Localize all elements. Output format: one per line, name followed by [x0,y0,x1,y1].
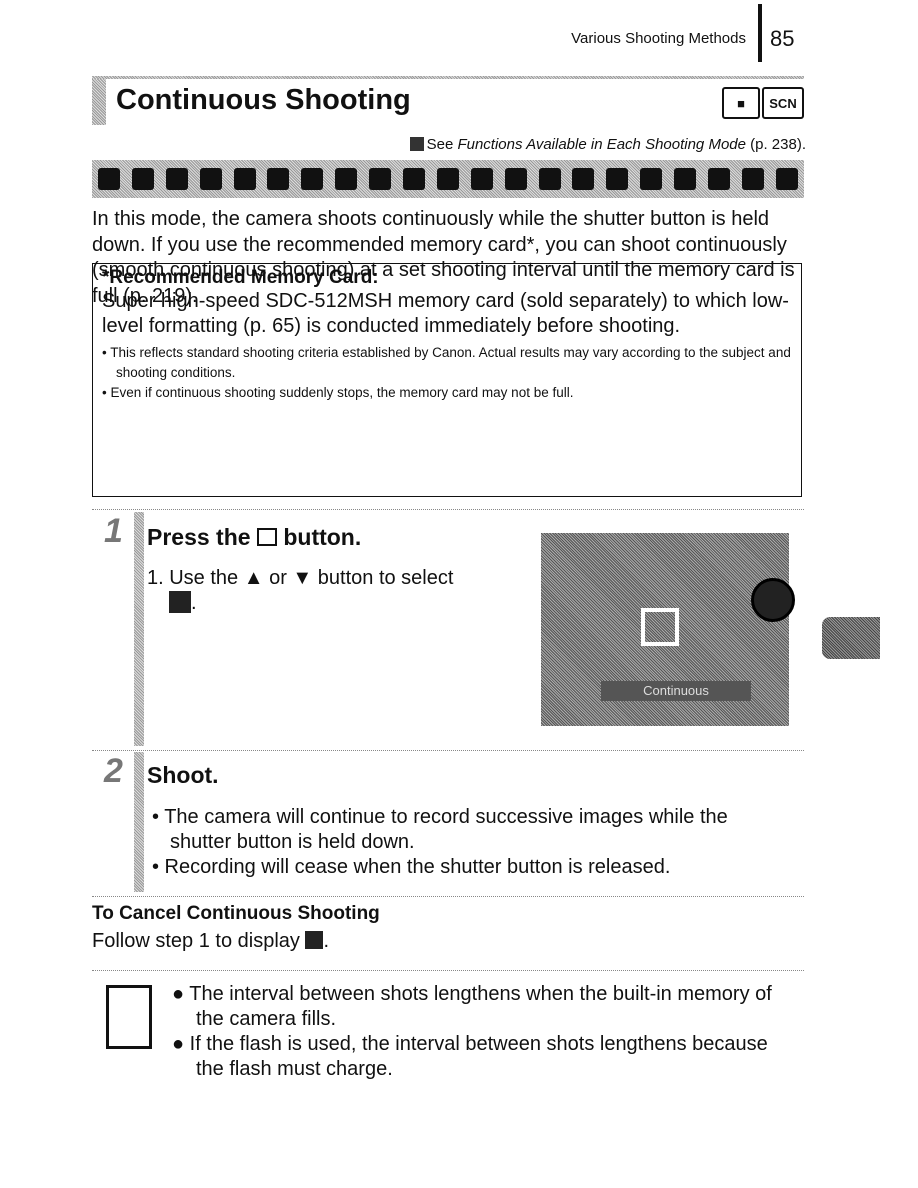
mode-icon [402,168,425,190]
title-rule [92,76,804,79]
page-number: 85 [770,26,795,51]
note-item: ● The interval between shots lengthens w… [172,983,772,1030]
box-heading: *Recommended Memory Card: [102,267,379,288]
box-bullet: • This reflects standard shooting criter… [102,345,791,380]
mode-icon [165,168,188,190]
mode-icon [267,168,290,190]
step-title: Shoot. [147,762,219,788]
mode-icon [335,168,358,190]
mode-icon [504,168,527,190]
step-bar [134,752,144,892]
mode-icon [640,168,663,190]
down-arrow-icon: ▼ [292,567,313,589]
continuous-mode-icon [169,591,191,613]
continuous-icon-large [641,608,679,646]
mode-icon [572,168,595,190]
divider [92,896,804,898]
step-or: or [263,567,293,589]
divider [92,750,804,752]
step-body-pre: 1. Use the [147,567,244,589]
mode-icon [97,168,120,190]
note-item: ● If the flash is used, the interval bet… [172,1033,768,1080]
box-text: Super high-speed SDC-512MSH memory card … [102,290,789,337]
chapter-tab [822,617,880,659]
mode-icon [369,168,392,190]
continuous-mode-icon [305,931,324,949]
cancel-text: Follow step 1 to display . [92,930,329,952]
mode-icon [233,168,256,190]
mode-icon [741,168,764,190]
see-link: Functions Available in Each Shooting Mod… [457,136,746,153]
cancel-heading: To Cancel Continuous Shooting [92,903,380,924]
see-suffix: (p. 238). [745,136,806,153]
step-bar [134,512,144,746]
arrow-icon [409,137,424,151]
lcd-label: Continuous [601,681,751,701]
manual-page: Various Shooting Methods 85 Continuous S… [0,0,918,1188]
box-bullet: • Even if continuous shooting suddenly s… [102,385,574,400]
step-body: 1. Use the ▲ or ▼ button to select. [147,567,454,614]
divider [92,509,804,511]
step-title-post: button. [276,524,362,550]
mode-icon [470,168,493,190]
recommended-card-box: *Recommended Memory Card: Super high-spe… [92,263,802,497]
divider [92,970,804,972]
step-bullet: • Recording will cease when the shutter … [152,856,671,878]
mode-icon [606,168,629,190]
mode-icon [199,168,222,190]
see-reference: See Functions Available in Each Shooting… [409,136,806,153]
mode-icon [436,168,459,190]
step-bullet: • The camera will continue to record suc… [152,806,728,853]
scn-mode-icon: SCN [762,87,804,119]
step-number: 1 [104,512,123,550]
title-marker [92,79,106,125]
up-arrow-icon: ▲ [243,567,264,589]
header-divider [758,4,762,62]
continuous-icon [256,528,277,546]
step-number: 2 [104,752,123,790]
step-body-post: button to select [312,567,454,589]
step-body: • The camera will continue to record suc… [152,805,792,880]
step-title-pre: Press the [147,524,257,550]
lcd-screen-image: Continuous [541,533,795,726]
cancel-text-main: Follow step 1 to display [92,930,306,952]
mode-icon [707,168,730,190]
mode-icon [131,168,154,190]
camera-mode-icon: ■ [722,87,760,119]
step-title: Press the button. [147,524,361,551]
selected-mode-icon [751,578,795,622]
mode-icon [301,168,324,190]
see-prefix: See [426,136,458,153]
shooting-mode-icons [92,160,804,198]
memo-icon [106,985,152,1049]
mode-icon [538,168,561,190]
page-title: Continuous Shooting [116,84,411,116]
section-header: Various Shooting Methods [571,30,746,47]
mode-icon [674,168,697,190]
mode-icon [775,168,798,190]
notes: ● The interval between shots lengthens w… [172,982,792,1082]
